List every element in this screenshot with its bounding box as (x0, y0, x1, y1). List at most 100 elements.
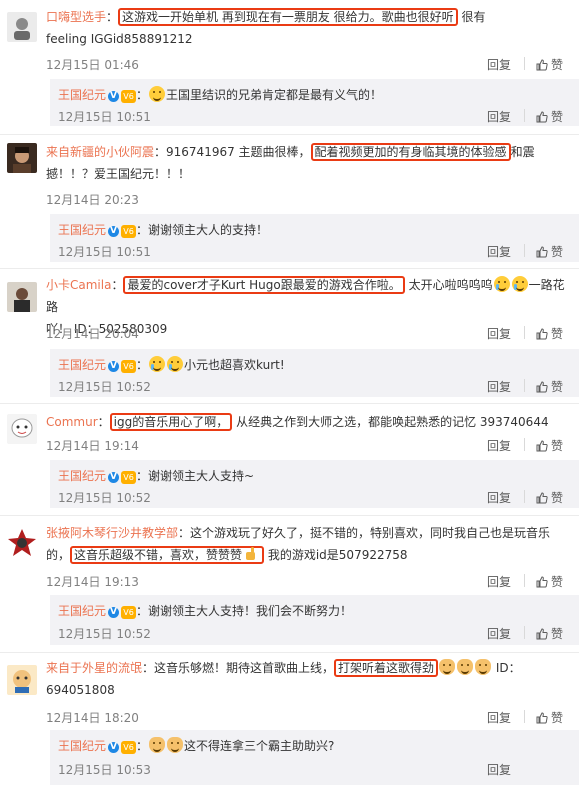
reply-username[interactable]: 王国纪元 (58, 739, 106, 753)
reply-time: 12月15日 10:52 (58, 627, 151, 641)
divider (524, 57, 525, 70)
comment-username[interactable]: 口嗨型选手 (46, 10, 106, 24)
like-button[interactable]: 赞 (536, 108, 563, 125)
crying-emoji-icon (511, 276, 528, 292)
comment-username[interactable]: Commur (46, 415, 98, 429)
reply-button[interactable]: 回复 (487, 761, 511, 778)
reply-time: 12月15日 10:51 (58, 245, 151, 259)
reply-box: 王国纪元 V V6：王国里结识的兄弟肯定都是最有义气的！ 12月15日 10:51 … (50, 79, 579, 126)
avatar[interactable] (7, 665, 37, 695)
comment-item: Commur： igg的音乐用心了啊， 从经典之作到大师之选，都能唤起熟悉的记忆 … (0, 404, 579, 514)
comment-time: 12月14日 20:04 (46, 327, 139, 341)
avatar[interactable] (7, 528, 37, 558)
verified-icon: V (108, 607, 120, 618)
thumbs-up-icon (536, 328, 548, 340)
highlight-box: igg的音乐用心了啊， (109, 413, 233, 431)
like-button[interactable]: 赞 (536, 625, 563, 642)
like-button[interactable]: 赞 (536, 325, 563, 342)
divider (524, 109, 525, 122)
reply-meta: 12月15日 10:53 回复 (58, 761, 571, 779)
comment-item: 来自于外星的流氓：这音乐够燃！期待这首歌曲上线， 打架听着这歌得劲 ID： 694… (0, 653, 579, 789)
comment-meta: 12月14日 20:23 (46, 191, 571, 209)
verified-icon: V (108, 472, 120, 483)
comment-username[interactable]: 小卡Camila (46, 278, 111, 292)
reply-button[interactable]: 回复 (487, 573, 511, 590)
comment-meta: 12月14日 19:13 回复 赞 (46, 573, 571, 591)
reply-box: 王国纪元 V V6 ：谢谢领主大人的支持！ 12月15日 10:51 回复 赞 (50, 214, 579, 262)
thumbs-up-icon (536, 381, 548, 393)
thumbs-up-icon (536, 59, 548, 71)
reply-button[interactable]: 回复 (487, 243, 511, 260)
comment-time: 12月14日 19:13 (46, 575, 139, 589)
comment-time: 12月14日 18:20 (46, 711, 139, 725)
crying-emoji-icon (149, 356, 166, 372)
like-button[interactable]: 赞 (536, 709, 563, 726)
comment-username[interactable]: 来自于外星的流氓 (46, 661, 142, 675)
cat-emoji-icon (167, 737, 184, 753)
avatar[interactable] (7, 282, 37, 312)
reply-text: 王国纪元 V V6：小元也超喜欢kurt! (58, 356, 285, 373)
like-button[interactable]: 赞 (536, 437, 563, 454)
thumbs-up-emoji-icon (243, 546, 259, 562)
thumbs-up-icon (536, 246, 548, 258)
divider (524, 710, 525, 723)
reply-button[interactable]: 回复 (487, 625, 511, 642)
reply-box: 王国纪元 V V6 ：谢谢领主大人支持~ 12月15日 10:52 回复 赞 (50, 460, 579, 508)
reply-username[interactable]: 王国纪元 (58, 223, 106, 237)
reply-username[interactable]: 王国纪元 (58, 604, 106, 618)
comment-meta: 12月14日 20:04 回复 赞 (46, 325, 571, 343)
comment-text: 来自新疆的小伙阿震：916741967 主题曲很棒， 配着视频更加的有身临其境的体… (46, 143, 535, 181)
highlight-box: 打架听着这歌得劲 (334, 659, 439, 677)
comment-item: 张掖阿木琴行沙井教学部：这个游戏玩了好久了，挺不错的，特别喜欢，同时我自己也是玩… (0, 516, 579, 651)
reply-button[interactable]: 回复 (487, 709, 511, 726)
comment-text: 口嗨型选手： 这游戏一开始单机 再到现在有一票朋友 很给力。歌曲也很好听 很有 f… (46, 8, 486, 46)
reply-meta: 12月15日 10:51 回复 赞 (58, 108, 571, 126)
avatar[interactable] (7, 12, 37, 42)
divider (0, 268, 579, 269)
reply-button[interactable]: 回复 (487, 108, 511, 125)
level-badge-icon: V6 (121, 741, 137, 754)
level-badge-icon: V6 (121, 471, 137, 484)
reply-button[interactable]: 回复 (487, 437, 511, 454)
cat-emoji-icon (439, 659, 456, 675)
reply-meta: 12月15日 10:52 回复 赞 (58, 489, 571, 507)
like-button[interactable]: 赞 (536, 56, 563, 73)
cat-emoji-icon (149, 737, 166, 753)
comment-meta: 12月14日 19:14 回复 赞 (46, 437, 571, 455)
comment-item: 口嗨型选手： 这游戏一开始单机 再到现在有一票朋友 很给力。歌曲也很好听 很有 f… (0, 0, 579, 128)
comment-text: Commur： igg的音乐用心了啊， 从经典之作到大师之选，都能唤起熟悉的记忆 … (46, 413, 549, 431)
cat-emoji-icon (475, 659, 492, 675)
comment-time: 12月14日 20:23 (46, 193, 139, 207)
comment-text: 张掖阿木琴行沙井教学部：这个游戏玩了好久了，挺不错的，特别喜欢，同时我自己也是玩… (46, 526, 551, 564)
reply-username[interactable]: 王国纪元 (58, 358, 106, 372)
comment-meta: 12月14日 18:20 回复 赞 (46, 709, 571, 727)
comment-text: 来自于外星的流氓：这音乐够燃！期待这首歌曲上线， 打架听着这歌得劲 ID： 694… (46, 659, 521, 697)
reply-button[interactable]: 回复 (487, 378, 511, 395)
comment-meta: 12月15日 01:46 回复 赞 (46, 56, 571, 74)
avatar[interactable] (7, 414, 37, 444)
level-badge-icon: V6 (121, 606, 137, 619)
like-button[interactable]: 赞 (536, 489, 563, 506)
comment-username[interactable]: 来自新疆的小伙阿震 (46, 145, 154, 159)
reply-time: 12月15日 10:52 (58, 491, 151, 505)
reply-username[interactable]: 王国纪元 (58, 469, 106, 483)
reply-username[interactable]: 王国纪元 (58, 88, 106, 102)
like-button[interactable]: 赞 (536, 573, 563, 590)
reply-box: 王国纪元 V V6 ：谢谢领主大人支持！我们会不断努力！ 12月15日 10:52 回… (50, 595, 579, 645)
reply-meta: 12月15日 10:51 回复 赞 (58, 243, 571, 261)
thumbs-up-icon (536, 576, 548, 588)
reply-button[interactable]: 回复 (487, 489, 511, 506)
divider (524, 326, 525, 339)
comment-username[interactable]: 张掖阿木琴行沙井教学部 (46, 526, 178, 540)
reply-button[interactable]: 回复 (487, 56, 511, 73)
reply-button[interactable]: 回复 (487, 325, 511, 342)
like-button[interactable]: 赞 (536, 378, 563, 395)
comment-item: 来自新疆的小伙阿震：916741967 主题曲很棒， 配着视频更加的有身临其境的体… (0, 135, 579, 265)
divider (524, 490, 525, 503)
highlight-box: 这游戏一开始单机 再到现在有一票朋友 很给力。歌曲也很好听 (118, 8, 458, 26)
reply-text: 王国纪元 V V6 ：谢谢领主大人支持~ (58, 469, 255, 484)
like-button[interactable]: 赞 (536, 243, 563, 260)
cat-emoji-icon (457, 659, 474, 675)
avatar[interactable] (7, 143, 37, 173)
highlight-box: 这音乐超级不错，喜欢，赞赞赞 (70, 546, 265, 564)
